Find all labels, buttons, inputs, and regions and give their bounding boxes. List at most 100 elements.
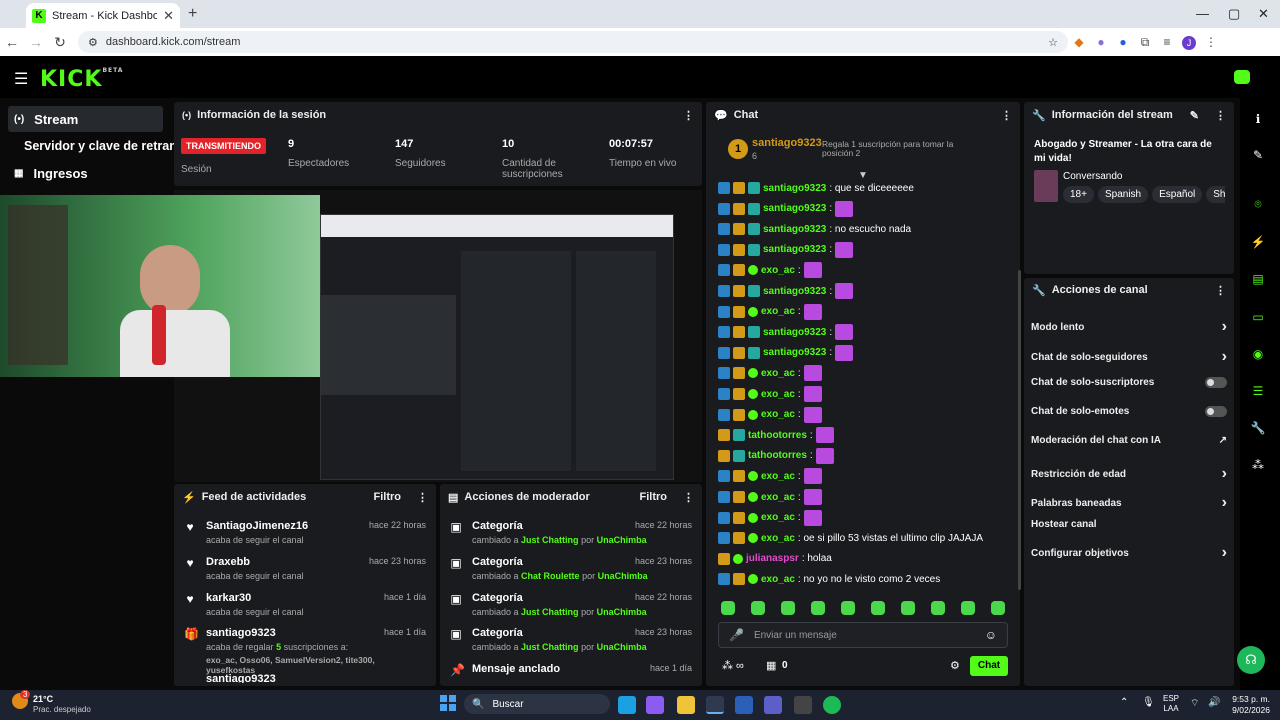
extension-icon[interactable]: ●: [1090, 35, 1112, 49]
maximize-icon[interactable]: ▢: [1228, 6, 1240, 22]
bookmark-star-icon[interactable]: ☆: [1048, 36, 1058, 49]
chat-username[interactable]: santiago9323: [763, 183, 826, 194]
share-icon[interactable]: ⁂: [1248, 458, 1268, 472]
chat-username[interactable]: tathootorres: [748, 430, 807, 441]
send-chat-button[interactable]: Chat: [970, 656, 1008, 676]
sidebar-item-ingresos[interactable]: ▦ Ingresos: [8, 160, 163, 186]
teams-icon[interactable]: [764, 696, 782, 714]
edit-icon[interactable]: ✎: [1190, 109, 1199, 122]
chat-username[interactable]: exo_ac: [761, 389, 795, 400]
channel-action-item[interactable]: Chat de solo-seguidores ›: [1031, 348, 1227, 366]
browser-tab[interactable]: K Stream - Kick Dashboard ✕: [26, 3, 180, 28]
chat-username[interactable]: exo_ac: [761, 306, 795, 317]
word-icon[interactable]: [735, 696, 753, 714]
channel-action-item[interactable]: Chat de solo-emotes: [1031, 406, 1227, 417]
emote-button[interactable]: [961, 601, 975, 615]
hamburger-icon[interactable]: ☰: [14, 69, 28, 89]
channel-action-item[interactable]: Modo lento ›: [1031, 318, 1227, 336]
emote-button[interactable]: [841, 601, 855, 615]
back-icon[interactable]: ←: [0, 34, 24, 50]
wrench-rail-icon[interactable]: 🔧: [1248, 421, 1268, 435]
chat-username[interactable]: exo_ac: [761, 471, 795, 482]
file-explorer-icon[interactable]: [677, 696, 695, 714]
chat-username[interactable]: exo_ac: [761, 265, 795, 276]
tag[interactable]: Spanish: [1097, 186, 1149, 203]
emote-button[interactable]: [901, 601, 915, 615]
chat-username[interactable]: santiago9323: [763, 224, 826, 235]
chat-username[interactable]: exo_ac: [761, 574, 795, 585]
support-headset-button[interactable]: ☊: [1237, 646, 1265, 674]
chat-scrollbar[interactable]: [1018, 270, 1021, 590]
toggle-switch[interactable]: [1205, 406, 1227, 417]
broadcast-rail-icon[interactable]: ◉: [1248, 347, 1268, 361]
panel-menu-icon[interactable]: ⋮: [683, 109, 694, 122]
sidebar-item-server[interactable]: Servidor y clave de retransm: [8, 133, 195, 159]
channel-action-item[interactable]: Configurar objetivos ›: [1031, 544, 1227, 562]
tag[interactable]: Shoc: [1206, 186, 1225, 203]
modactions-filter-button[interactable]: Filtro: [640, 491, 668, 503]
chat-username[interactable]: santiago9323: [763, 327, 826, 338]
channel-action-item[interactable]: Palabras baneadas ›: [1031, 494, 1227, 512]
channel-points-icon[interactable]: ⁂ ∞: [722, 659, 744, 672]
channel-action-item[interactable]: Restricción de edad ›: [1031, 465, 1227, 483]
channel-action-item[interactable]: Chat de solo-suscriptores: [1031, 377, 1227, 388]
user-avatar[interactable]: [1234, 70, 1250, 84]
metamask-extension-icon[interactable]: ◆: [1068, 35, 1090, 49]
chat-username[interactable]: tathootorres: [748, 450, 807, 461]
panel-menu-icon[interactable]: ⋮: [683, 491, 694, 504]
sidebar-item-stream[interactable]: (•) Stream: [8, 106, 163, 132]
chat-username[interactable]: julianaspsr: [746, 553, 799, 564]
list-rail-icon[interactable]: ☰: [1248, 384, 1268, 398]
chat-username[interactable]: santiago9323: [763, 286, 826, 297]
window-close-icon[interactable]: ✕: [1258, 6, 1269, 22]
chat-settings-icon[interactable]: ⚙: [950, 659, 960, 672]
chat-username[interactable]: exo_ac: [761, 368, 795, 379]
tag[interactable]: Español: [1152, 186, 1203, 203]
chrome-icon[interactable]: [706, 696, 724, 714]
chat-username[interactable]: exo_ac: [761, 492, 795, 503]
minimize-icon[interactable]: —: [1196, 6, 1209, 21]
taskbar-search[interactable]: 🔍 Buscar: [464, 694, 610, 714]
chat-username[interactable]: exo_ac: [761, 533, 795, 544]
url-field[interactable]: ⚙ dashboard.kick.com/stream ☆: [78, 31, 1068, 53]
spotify-icon[interactable]: [823, 696, 841, 714]
info-icon[interactable]: ℹ: [1248, 112, 1268, 126]
chat-rail-icon[interactable]: ▭: [1248, 310, 1268, 324]
menu-kebab-icon[interactable]: ⋮: [1200, 35, 1222, 49]
copilot-icon[interactable]: [646, 696, 664, 714]
emote-button[interactable]: [781, 601, 795, 615]
chat-username[interactable]: santiago9323: [763, 203, 826, 214]
media-icon[interactable]: ≡: [1156, 35, 1178, 49]
emote-button[interactable]: [931, 601, 945, 615]
emote-button[interactable]: [811, 601, 825, 615]
windows-start-icon[interactable]: [440, 695, 456, 711]
language-indicator[interactable]: ESP LAA: [1163, 694, 1179, 714]
extensions-puzzle-icon[interactable]: ⧉: [1134, 35, 1156, 50]
forward-icon[interactable]: →: [24, 34, 48, 50]
emoji-icon[interactable]: ☺: [985, 628, 997, 642]
toggle-switch[interactable]: [1205, 377, 1227, 388]
new-tab-icon[interactable]: +: [188, 5, 197, 23]
channel-action-item[interactable]: Hostear canal: [1031, 519, 1227, 530]
tray-chevron-icon[interactable]: ⌃: [1120, 697, 1128, 708]
panel-menu-icon[interactable]: ⋮: [1215, 284, 1226, 297]
emote-button[interactable]: [871, 601, 885, 615]
panel-menu-icon[interactable]: ⋮: [417, 491, 428, 504]
mic-tray-icon[interactable]: 🎙: [1142, 697, 1155, 708]
tag[interactable]: 18+: [1063, 186, 1094, 203]
obs-icon[interactable]: [794, 696, 812, 714]
chat-username[interactable]: exo_ac: [761, 409, 795, 420]
edge-icon[interactable]: [618, 696, 636, 714]
chat-username[interactable]: santiago9323: [763, 347, 826, 358]
document-icon[interactable]: ▤: [1248, 272, 1268, 286]
site-info-icon[interactable]: ⚙: [88, 36, 98, 49]
bolt-rail-icon[interactable]: ⚡: [1248, 235, 1268, 249]
emote-button[interactable]: [721, 601, 735, 615]
profile-avatar[interactable]: J: [1178, 35, 1200, 50]
mic-icon[interactable]: 🎤: [729, 628, 744, 642]
emote-button[interactable]: [991, 601, 1005, 615]
panel-menu-icon[interactable]: ⋮: [1215, 109, 1226, 122]
panel-menu-icon[interactable]: ⋮: [1001, 109, 1012, 122]
volume-icon[interactable]: 🔊: [1208, 697, 1220, 708]
chat-username[interactable]: exo_ac: [761, 512, 795, 523]
